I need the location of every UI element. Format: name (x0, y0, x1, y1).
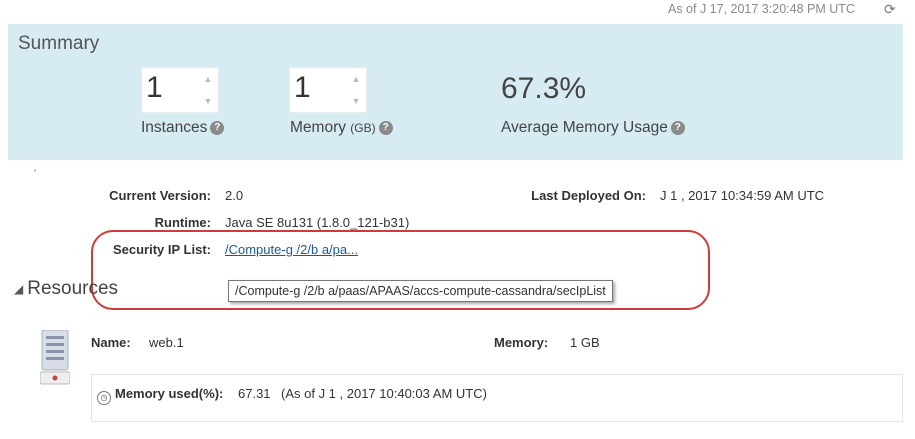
memory-unit: (GB) (350, 121, 376, 135)
resource-name-label: Name: (91, 335, 131, 350)
resource-name-value: web.1 (149, 335, 184, 350)
security-ip-tooltip: /Compute-g /2/b a/paas/APAAS/accs-comput… (228, 280, 613, 302)
memory-used-value: 67.31 (238, 386, 271, 401)
help-icon[interactable]: ? (670, 120, 685, 135)
memory-label-text: Memory (290, 119, 346, 136)
memory-used-label: Memory used(%): (115, 386, 224, 401)
resources-title: Resources (27, 278, 119, 299)
divider-mark: ‘ (34, 168, 37, 179)
memory-used-asof: (As of J 1 , 2017 10:40:03 AM UTC) (281, 386, 487, 401)
instances-value: 1 (146, 71, 163, 104)
memory-value: 1 (294, 71, 311, 104)
as-of-timestamp: As of J 17, 2017 3:20:48 PM UTC (668, 2, 855, 16)
instances-decrement-icon[interactable]: ▼ (198, 90, 218, 112)
memory-increment-icon[interactable]: ▲ (346, 68, 366, 90)
resource-memory-label: Memory: (494, 335, 549, 350)
instances-increment-icon[interactable]: ▲ (198, 68, 218, 90)
resources-section-toggle[interactable]: ◢ Resources (14, 278, 118, 300)
instances-stepper[interactable]: 1 ▲ ▼ (141, 67, 219, 113)
last-deployed-label: Last Deployed On: (531, 188, 646, 203)
collapse-triangle-icon[interactable]: ◢ (14, 282, 23, 296)
summary-title: Summary (18, 33, 100, 54)
help-icon[interactable]: ? (378, 120, 393, 135)
help-icon[interactable]: ? (210, 120, 225, 135)
server-icon (39, 329, 71, 386)
current-version-value: 2.0 (225, 188, 244, 203)
instances-label-text: Instances (141, 119, 208, 136)
runtime-label: Runtime: (154, 215, 211, 230)
avg-memory-value: 67.3% (501, 72, 587, 105)
memory-label: Memory (GB)? (290, 119, 393, 137)
clock-icon: ◷ (97, 387, 111, 405)
instances-label: Instances? (141, 119, 225, 137)
memory-decrement-icon[interactable]: ▼ (346, 90, 366, 112)
avg-memory-label: Average Memory Usage? (501, 119, 685, 137)
refresh-icon[interactable]: ⟳ (884, 2, 898, 16)
memory-stepper[interactable]: 1 ▲ ▼ (289, 67, 367, 113)
last-deployed-value: J 1 , 2017 10:34:59 AM UTC (660, 188, 825, 203)
avg-memory-label-text: Average Memory Usage (501, 119, 668, 136)
resource-memory-value: 1 GB (570, 335, 600, 350)
runtime-value: Java SE 8u131 (1.8.0_121-b31) (225, 215, 410, 230)
current-version-label: Current Version: (109, 188, 211, 203)
